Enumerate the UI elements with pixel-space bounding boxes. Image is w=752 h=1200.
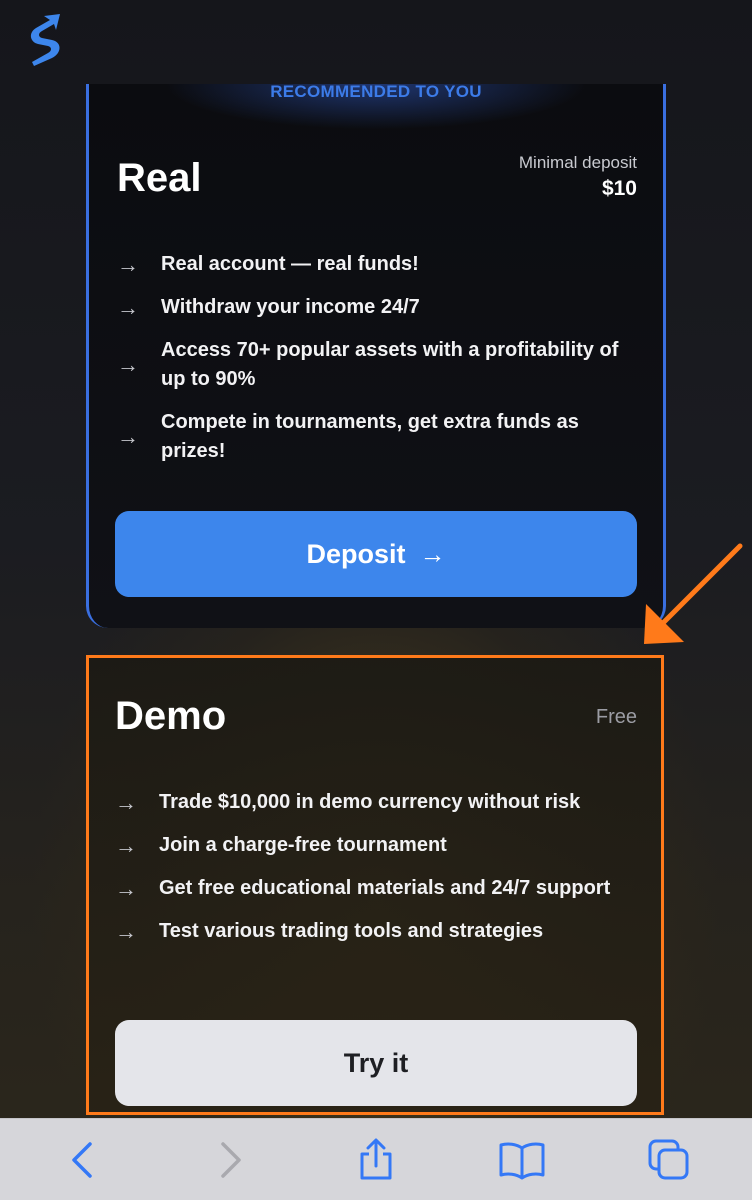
arrow-right-icon: →: [115, 875, 137, 901]
feature-item: → Get free educational materials and 24/…: [115, 874, 641, 903]
try-it-button[interactable]: Try it: [115, 1020, 637, 1106]
demo-feature-list: → Trade $10,000 in demo currency without…: [115, 788, 641, 960]
screen: RECOMMENDED TO YOU Real Minimal deposit …: [0, 0, 752, 1200]
feature-text: Get free educational materials and 24/7 …: [159, 877, 611, 899]
deposit-button-label: Deposit: [306, 538, 406, 569]
feature-item: → Compete in tournaments, get extra fund…: [117, 408, 643, 466]
tabs-icon: [648, 1139, 689, 1179]
bookmarks-button[interactable]: [492, 1130, 552, 1190]
annotation-arrow-icon: [644, 543, 743, 644]
share-button[interactable]: [346, 1130, 406, 1190]
feature-text: Real account — real funds!: [161, 253, 419, 275]
arrow-right-icon: →: [117, 424, 139, 449]
deposit-button[interactable]: Deposit →: [115, 511, 637, 597]
arrow-right-icon: →: [115, 918, 137, 944]
feature-text: Access 70+ popular assets with a profita…: [161, 339, 619, 390]
browser-toolbar: [0, 1118, 752, 1200]
back-button[interactable]: [53, 1130, 113, 1190]
real-card-title: Real: [117, 156, 202, 200]
feature-item: → Access 70+ popular assets with a profi…: [117, 336, 643, 394]
bookmarks-icon: [499, 1142, 545, 1179]
brand-logo-icon[interactable]: [24, 12, 68, 68]
feature-item: → Trade $10,000 in demo currency without…: [115, 788, 641, 817]
back-icon: [72, 1141, 92, 1178]
arrow-right-icon: →: [117, 251, 139, 277]
minimal-deposit-label: Minimal deposit: [518, 153, 637, 172]
feature-item: → Join a charge-free tournament: [115, 831, 641, 860]
real-feature-list: → Real account — real funds! → Withdraw …: [117, 250, 643, 480]
feature-text: Trade $10,000 in demo currency without r…: [159, 791, 581, 813]
feature-text: Withdraw your income 24/7: [161, 296, 420, 318]
demo-card-title: Demo: [115, 694, 227, 738]
arrow-right-icon: →: [115, 832, 137, 858]
feature-text: Test various trading tools and strategie…: [159, 920, 544, 942]
feature-item: → Real account — real funds!: [117, 250, 643, 279]
minimal-deposit-info: Minimal deposit $10: [519, 152, 637, 204]
tabs-button[interactable]: [639, 1130, 699, 1190]
share-icon: [360, 1138, 392, 1179]
minimal-deposit-value: $10: [601, 177, 637, 200]
feature-item: → Withdraw your income 24/7: [117, 293, 643, 322]
arrow-right-icon: →: [419, 538, 446, 569]
arrow-right-icon: →: [117, 352, 139, 377]
real-account-card: RECOMMENDED TO YOU Real Minimal deposit …: [86, 84, 666, 628]
feature-text: Compete in tournaments, get extra funds …: [161, 411, 579, 462]
forward-icon: [220, 1141, 241, 1178]
feature-item: → Test various trading tools and strateg…: [115, 917, 641, 946]
demo-account-card: Demo Free → Trade $10,000 in demo curren…: [86, 655, 664, 1115]
forward-button[interactable]: [200, 1130, 260, 1190]
recommended-badge: RECOMMENDED TO YOU: [270, 84, 482, 101]
demo-price-label: Free: [595, 706, 637, 728]
arrow-right-icon: →: [117, 294, 139, 320]
feature-text: Join a charge-free tournament: [159, 834, 447, 856]
arrow-right-icon: →: [115, 789, 137, 815]
